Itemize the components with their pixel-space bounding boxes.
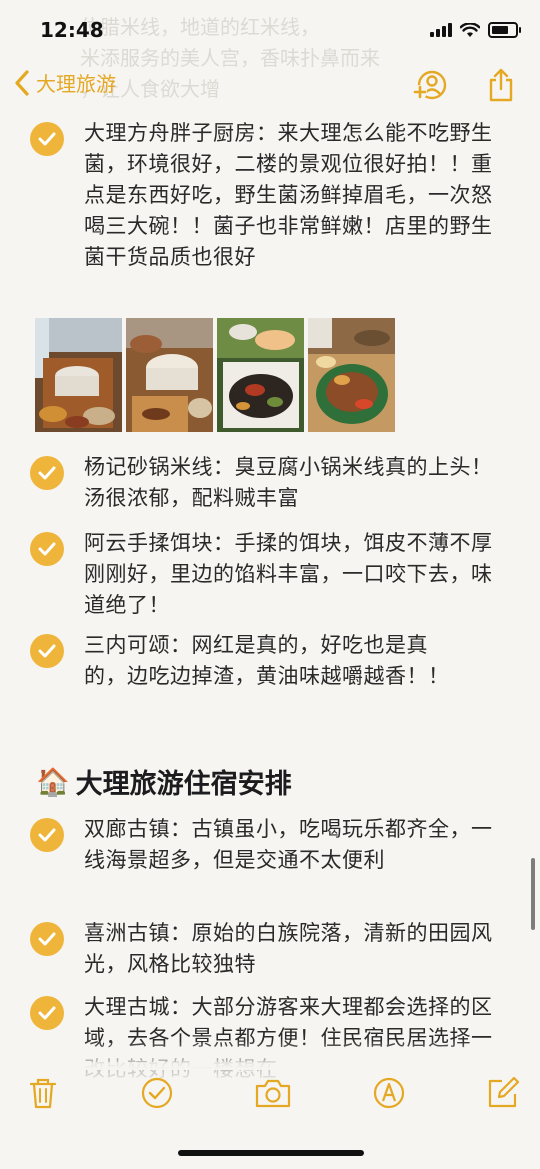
wifi-icon <box>460 22 480 37</box>
status-bar: 12:48 <box>0 0 540 62</box>
food-photo[interactable] <box>217 318 304 432</box>
battery-icon <box>488 22 521 38</box>
food-photo[interactable] <box>308 318 395 432</box>
food-photo[interactable] <box>126 318 213 432</box>
checkmark-icon <box>38 542 56 556</box>
bottom-toolbar <box>0 1062 540 1132</box>
nav-bar: 大理旅游 <box>0 60 540 112</box>
checklist-icon[interactable] <box>140 1076 174 1110</box>
checkbox-checked[interactable] <box>30 634 64 668</box>
checklist-item-text: 大理方舟胖子厨房：来大理怎么能不吃野生菌，环境很好，二楼的景观位很好拍！！重点是… <box>84 121 493 269</box>
checkmark-icon <box>38 644 56 658</box>
cellular-signal-icon <box>430 23 452 37</box>
nav-actions <box>412 68 514 102</box>
share-icon[interactable] <box>488 68 514 102</box>
checkmark-icon <box>38 1006 56 1020</box>
camera-icon[interactable] <box>254 1076 292 1110</box>
checklist-item-text: 喜洲古镇：原始的白族院落，清新的田园风光，风格比较独特 <box>84 921 493 976</box>
add-person-icon[interactable] <box>412 69 448 101</box>
checklist-item: 三内可颂：网红是真的，好吃也是真的，边吃边掉渣，黄油味越嚼越香！！ <box>30 630 500 726</box>
checklist-item-text: 三内可颂：网红是真的，好吃也是真的，边吃边掉渣，黄油味越嚼越香！！ <box>84 633 450 688</box>
checkbox-checked[interactable] <box>30 122 64 156</box>
checklist-item: 杨记砂锅米线：臭豆腐小锅米线真的上头！汤很浓郁，配料贼丰富 <box>30 452 500 516</box>
back-button[interactable]: 大理旅游 <box>14 68 116 97</box>
checkmark-icon <box>38 466 56 480</box>
home-indicator[interactable] <box>178 1150 364 1156</box>
back-label: 大理旅游 <box>36 72 116 96</box>
photo-row <box>35 318 395 432</box>
scrollbar[interactable] <box>531 858 535 930</box>
checkmark-icon <box>38 828 56 842</box>
checklist-item-text: 杨记砂锅米线：臭豆腐小锅米线真的上头！汤很浓郁，配料贼丰富 <box>84 455 493 510</box>
notes-screen: 位腊米线，地道的红米线， 米添服务的美人宫，香味扑鼻而来 ，让人食欲大增 12:… <box>0 0 540 1169</box>
checkbox-checked[interactable] <box>30 532 64 566</box>
status-icons <box>430 22 521 38</box>
status-time: 12:48 <box>40 18 104 42</box>
checkmark-icon <box>38 132 56 146</box>
checklist-item: 喜洲古镇：原始的白族院落，清新的田园风光，风格比较独特 <box>30 918 500 982</box>
house-emoji-icon: 🏠 <box>36 766 70 798</box>
food-photo[interactable] <box>35 318 122 432</box>
checklist-item-text: 阿云手揉饵块：手揉的饵块，饵皮不薄不厚刚刚好，里边的馅料丰富，一口咬下去，味道绝… <box>84 531 493 617</box>
checkbox-checked[interactable] <box>30 818 64 852</box>
trash-icon[interactable] <box>26 1076 60 1110</box>
back-chevron-icon <box>15 69 29 96</box>
compose-icon[interactable] <box>486 1076 520 1110</box>
checklist-item: 双廊古镇：古镇虽小，吃喝玩乐都齐全，一线海景超多，但是交通不太便利 <box>30 814 500 910</box>
checkmark-icon <box>38 932 56 946</box>
section-heading-text: 大理旅游住宿安排 <box>75 769 292 800</box>
checkbox-checked[interactable] <box>30 922 64 956</box>
checklist-item: 阿云手揉饵块：手揉的饵块，饵皮不薄不厚刚刚好，里边的馅料丰富，一口咬下去，味道绝… <box>30 528 500 624</box>
checkbox-checked[interactable] <box>30 456 64 490</box>
checklist-item: 大理方舟胖子厨房：来大理怎么能不吃野生菌，环境很好，二楼的景观位很好拍！！重点是… <box>30 118 500 298</box>
checklist-item-text: 双廊古镇：古镇虽小，吃喝玩乐都齐全，一线海景超多，但是交通不太便利 <box>84 817 493 872</box>
markup-pen-icon[interactable] <box>372 1076 406 1110</box>
checkbox-checked[interactable] <box>30 996 64 1030</box>
section-heading: 🏠 大理旅游住宿安排 <box>36 762 292 801</box>
